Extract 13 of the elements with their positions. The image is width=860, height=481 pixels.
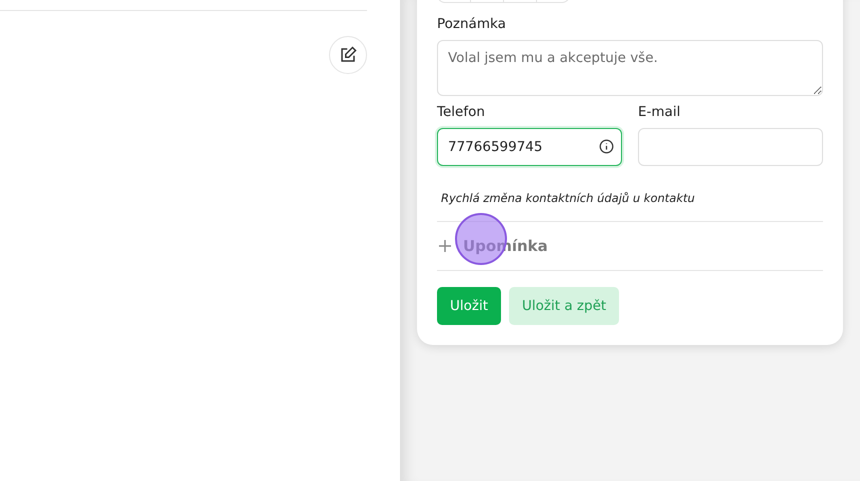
field-label: Poznámka (437, 16, 507, 32)
save-button[interactable]: Uložit (437, 287, 502, 325)
plus-icon (439, 240, 451, 252)
reminder-toggle[interactable]: Upomínka (437, 222, 823, 270)
input-field[interactable]: 77766599745 (437, 128, 622, 166)
edit-button[interactable] (329, 36, 367, 74)
hint-text: Rychlá změna kontaktních údajů u kontaktu (441, 191, 696, 205)
edit-icon (339, 46, 357, 64)
field-label: E-mail (638, 104, 682, 120)
note-field[interactable]: Volal jsem mu a akceptuje vše. (437, 40, 823, 96)
save-back-button[interactable]: Uložit a zpět (509, 287, 620, 325)
field-label: Telefon (437, 104, 486, 120)
input-field[interactable] (638, 128, 823, 166)
